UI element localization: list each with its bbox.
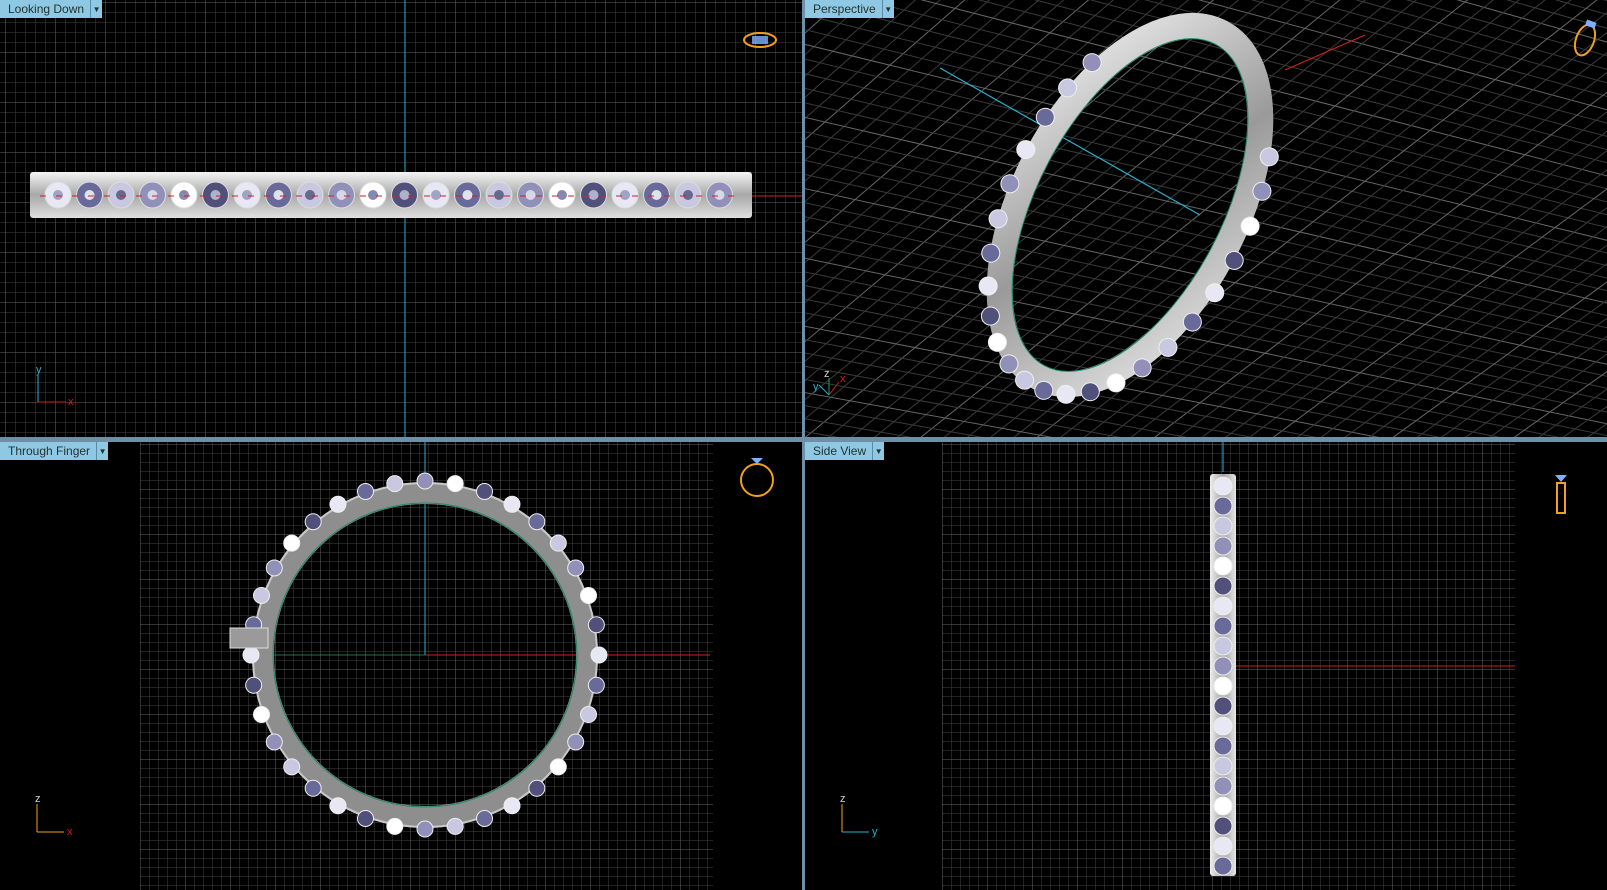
top-view-canvas: y x: [0, 0, 802, 437]
viewport-title: Perspective: [805, 0, 883, 18]
stone: [1213, 676, 1233, 696]
ring-perspective-icon: [1573, 19, 1597, 57]
stone: [265, 559, 283, 577]
viewport-side-view[interactable]: Side View z: [805, 442, 1607, 890]
stone: [1213, 716, 1233, 736]
stone: [590, 646, 608, 664]
ring-front-view-icon: [740, 458, 774, 497]
axis-indicator: y z x: [813, 368, 846, 396]
axis-label-x: x: [840, 373, 846, 385]
stone: [1213, 816, 1233, 836]
viewport-label-looking-down[interactable]: Looking Down: [0, 0, 103, 18]
axis-up-label: z: [840, 793, 846, 805]
viewport-label-perspective[interactable]: Perspective: [805, 0, 894, 18]
stone: [265, 733, 283, 751]
stone: [1213, 796, 1233, 816]
viewport-title: Through Finger: [0, 442, 98, 460]
stone: [416, 820, 434, 838]
stone: [549, 534, 567, 552]
stone: [476, 482, 494, 500]
perspective-canvas: y z x: [805, 0, 1607, 437]
stone: [1213, 576, 1233, 596]
stone: [252, 586, 270, 604]
axis-right-label: y: [872, 826, 878, 838]
axis-indicator: z y: [840, 793, 878, 838]
viewport-title: Looking Down: [0, 0, 92, 18]
stone: [580, 706, 598, 724]
stone: [245, 676, 263, 694]
stone: [528, 779, 546, 797]
stone: [386, 817, 404, 835]
stone: [1213, 736, 1233, 756]
axis-up-label: z: [35, 793, 41, 805]
stone: [283, 534, 301, 552]
stone: [252, 706, 270, 724]
side-view-canvas: z y: [840, 442, 1567, 890]
viewport-menu-dropdown-icon[interactable]: [873, 442, 885, 460]
stone: [242, 646, 260, 664]
ring-side-view-model: [1210, 474, 1236, 876]
stone: [503, 495, 521, 513]
stone: [1213, 536, 1233, 556]
stone: [446, 817, 464, 835]
stone: [567, 559, 585, 577]
stone: [1213, 556, 1233, 576]
stone: [1213, 616, 1233, 636]
stone: [476, 810, 494, 828]
stone: [1213, 756, 1233, 776]
stone: [1213, 636, 1233, 656]
ring-band-top-view: [30, 172, 752, 218]
stone: [356, 810, 374, 828]
stone: [304, 779, 322, 797]
stone: [503, 797, 521, 815]
stone: [1213, 496, 1233, 516]
stone: [1213, 596, 1233, 616]
stone: [329, 797, 347, 815]
grid-major: [0, 0, 802, 437]
stone: [587, 676, 605, 694]
viewport-menu-dropdown-icon[interactable]: [97, 442, 109, 460]
viewport-menu-dropdown-icon[interactable]: [882, 0, 894, 18]
axis-label-y: y: [813, 381, 819, 393]
axis-up-label: y: [36, 364, 42, 376]
viewport-menu-dropdown-icon[interactable]: [91, 0, 103, 18]
stone: [1213, 476, 1233, 496]
viewport-splitter-horizontal[interactable]: [0, 437, 1607, 442]
stone: [587, 616, 605, 634]
axis-right-label: x: [68, 396, 74, 408]
stone: [1213, 696, 1233, 716]
stone: [386, 475, 404, 493]
stone: [1213, 656, 1233, 676]
stone: [1213, 776, 1233, 796]
through-finger-canvas: z x: [35, 442, 774, 890]
viewport-through-finger[interactable]: Through Finger ▼ z x: [0, 442, 802, 890]
viewport-label-side-view[interactable]: Side View: [805, 442, 885, 460]
stone: [356, 482, 374, 500]
viewport-title: Side View: [805, 442, 874, 460]
stone: [329, 495, 347, 513]
viewport-looking-down[interactable]: Looking Down ▼ y x: [0, 0, 802, 437]
stone: [549, 758, 567, 776]
viewport-label-through-finger[interactable]: Through Finger: [0, 442, 109, 460]
ring-side-view-icon: [1555, 475, 1567, 514]
stone: [1213, 856, 1233, 876]
stone: [1213, 516, 1233, 536]
stone: [1213, 836, 1233, 856]
perspective-grid: [805, 0, 1607, 437]
stone: [416, 472, 434, 490]
axis-indicator: z x: [35, 793, 73, 838]
viewport-perspective[interactable]: Perspective y z x: [805, 0, 1607, 437]
stone: [283, 758, 301, 776]
axis-label-z: z: [824, 368, 830, 380]
stone: [446, 475, 464, 493]
stone: [580, 586, 598, 604]
axis-right-label: x: [67, 826, 73, 838]
stone: [528, 513, 546, 531]
stone: [567, 733, 585, 751]
stone: [304, 513, 322, 531]
